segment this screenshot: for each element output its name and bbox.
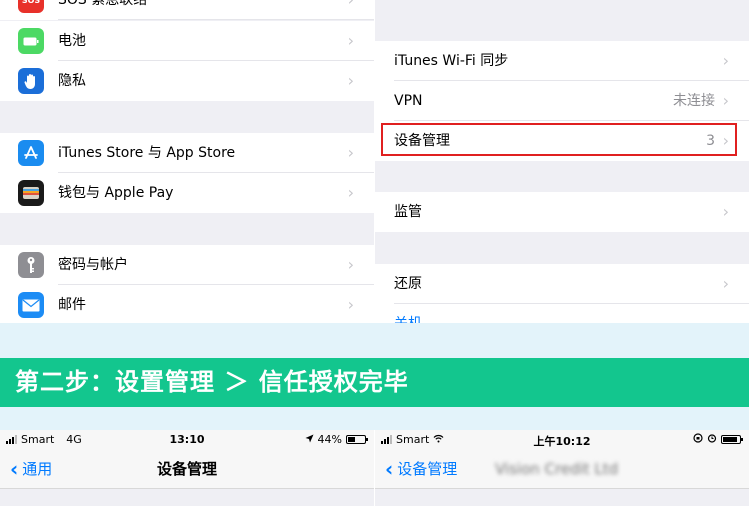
settings-row-label: 监管 <box>394 204 422 220</box>
settings-row-supervision[interactable]: 监管 › <box>375 192 749 232</box>
settings-row-label: 钱包与 Apple Pay <box>58 185 174 201</box>
chevron-left-icon: ‹ <box>385 457 394 481</box>
device-count-value: 3 <box>706 133 715 149</box>
settings-row-label: iTunes Wi-Fi 同步 <box>394 53 509 69</box>
settings-row-sos[interactable]: SOS SOS 紧急联络 › <box>0 0 374 20</box>
settings-row-privacy[interactable]: 隐私 › <box>0 61 374 101</box>
settings-row-battery[interactable]: 电池 › <box>0 21 374 61</box>
settings-row-label: 关机 <box>394 304 422 323</box>
chevron-right-icon: › <box>722 51 729 70</box>
settings-row-label: 邮件 <box>58 297 86 313</box>
chevron-right-icon: › <box>347 143 354 162</box>
chevron-right-icon: › <box>347 255 354 274</box>
chevron-right-icon: › <box>722 202 729 221</box>
back-button[interactable]: ‹ 设备管理 <box>385 450 457 488</box>
chevron-right-icon: › <box>722 274 729 293</box>
right-settings-panel: iTunes Wi-Fi 同步 › VPN 未连接 › 设备管理 3 › 监管 … <box>375 0 749 323</box>
phone-screen-left: Smart 4G 13:10 44% ‹ 通用 设备管理 <box>0 430 374 506</box>
battery-status-icon <box>346 435 368 444</box>
page-title: Vision Credit Ltd <box>495 460 619 478</box>
phone-screen-right: Smart 上午10:12 ‹ 设备管理 Vision Credit Ltd <box>375 430 749 506</box>
chevron-right-icon: › <box>348 0 354 20</box>
chevron-right-icon: › <box>347 183 354 202</box>
step-banner: 第二步：设置管理 ＞ 信任授权完毕 <box>0 323 749 430</box>
settings-row-label: SOS 紧急联络 <box>58 0 148 8</box>
settings-row-mail[interactable]: 邮件 › <box>0 285 374 323</box>
chevron-right-icon: › <box>347 31 354 50</box>
vpn-status-value: 未连接 <box>673 93 715 109</box>
alarm-icon <box>707 433 717 446</box>
settings-row-label: 还原 <box>394 276 422 292</box>
mail-icon <box>18 292 44 318</box>
settings-row-passwords[interactable]: 密码与帐户 › <box>0 245 374 285</box>
settings-row-label: VPN <box>394 93 423 109</box>
navigation-bar: ‹ 通用 设备管理 <box>0 450 374 488</box>
back-label: 设备管理 <box>397 460 458 478</box>
settings-row-label: iTunes Store 与 App Store <box>58 145 236 161</box>
settings-row-vpn[interactable]: VPN 未连接 › <box>375 81 749 121</box>
battery-percent: 44% <box>317 433 342 446</box>
settings-row-reset[interactable]: 还原 › <box>375 264 749 304</box>
settings-row-shutdown[interactable]: 关机 <box>375 304 749 323</box>
status-bar: Smart 上午10:12 <box>375 430 749 450</box>
settings-row-label: 密码与帐户 <box>58 257 128 273</box>
page-title: 设备管理 <box>156 460 217 478</box>
key-icon <box>18 252 44 278</box>
battery-status-icon <box>721 435 743 444</box>
settings-row-device-management[interactable]: 设备管理 3 › <box>375 121 749 161</box>
settings-row-label: 隐私 <box>58 73 86 89</box>
wallet-icon <box>18 180 44 206</box>
battery-icon <box>18 28 44 54</box>
rotation-lock-icon <box>693 433 703 446</box>
settings-row-itunes-wifi-sync[interactable]: iTunes Wi-Fi 同步 › <box>375 41 749 81</box>
banner-strip: 第二步：设置管理 ＞ 信任授权完毕 <box>0 358 749 407</box>
navigation-bar: ‹ 设备管理 Vision Credit Ltd <box>375 450 749 488</box>
settings-row-label: 电池 <box>58 33 86 49</box>
banner-title: 第二步：设置管理 ＞ 信任授权完毕 <box>15 368 409 396</box>
settings-row-app-store[interactable]: iTunes Store 与 App Store › <box>0 133 374 173</box>
chevron-right-icon: › <box>722 91 729 110</box>
app-store-icon <box>18 140 44 166</box>
sos-icon: SOS <box>18 0 44 13</box>
status-bar: Smart 4G 13:10 44% <box>0 430 374 450</box>
chevron-right-icon: › <box>722 131 729 150</box>
location-arrow-icon <box>305 433 314 446</box>
left-settings-panel: SOS SOS 紧急联络 › 电池 › 隐私 › iTunes Store 与 … <box>0 0 374 323</box>
settings-row-wallet[interactable]: 钱包与 Apple Pay › <box>0 173 374 213</box>
chevron-right-icon: › <box>347 295 354 314</box>
chevron-right-icon: › <box>347 71 354 90</box>
hand-icon <box>18 68 44 94</box>
settings-row-label: 设备管理 <box>394 133 450 149</box>
